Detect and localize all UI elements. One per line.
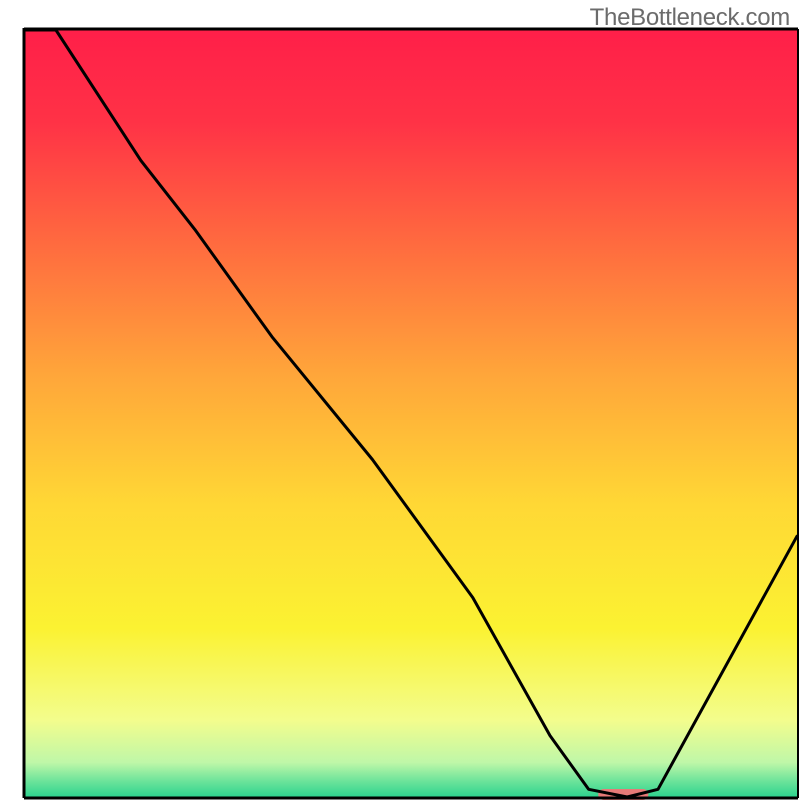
- chart-svg: [0, 0, 800, 800]
- gradient-background: [25, 30, 797, 797]
- watermark-label: TheBottleneck.com: [590, 4, 790, 32]
- bottleneck-chart: TheBottleneck.com: [0, 0, 800, 800]
